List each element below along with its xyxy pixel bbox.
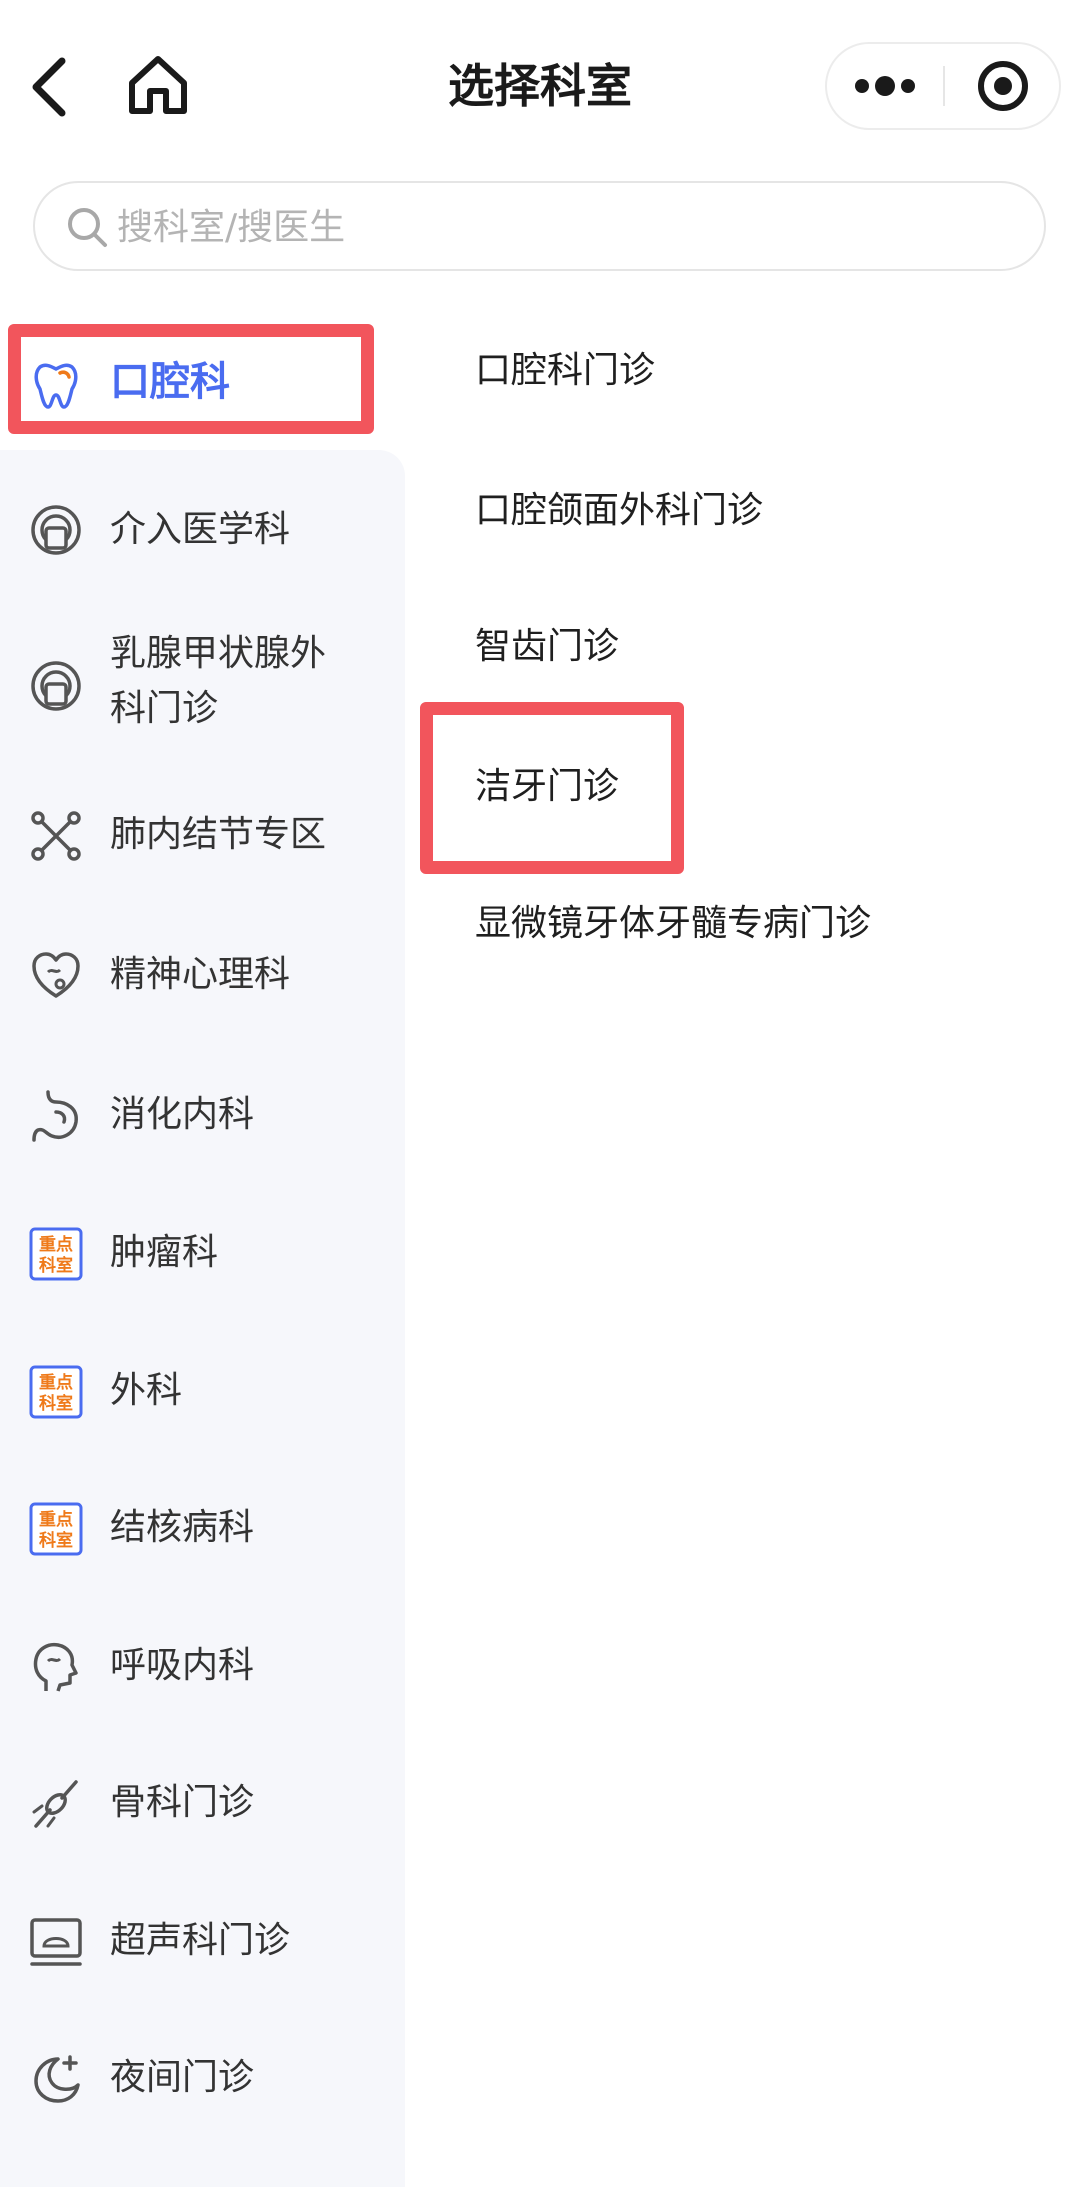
sidebar-item-stomatology[interactable]: 口腔科: [0, 335, 405, 435]
page-title: 选择科室: [448, 59, 632, 113]
home-icon: [129, 56, 187, 114]
sidebar-item-label: 呼吸内科: [110, 1645, 255, 1686]
sidebar-item-lung-nodule[interactable]: 肺内结节专区: [0, 780, 405, 890]
search-bar[interactable]: [33, 181, 1046, 271]
department-item[interactable]: 洁牙门诊: [475, 760, 619, 814]
head-profile-icon: [33, 1642, 78, 1692]
bone-icon: [32, 1780, 78, 1828]
svg-text:科室: 科室: [39, 1393, 73, 1414]
sidebar-item-label: 口腔科: [110, 359, 230, 405]
sidebar-item-label: 夜间门诊: [110, 2057, 255, 2098]
sidebar-item-label: 外科: [110, 1370, 183, 1411]
sidebar-item-night-clinic[interactable]: 夜间门诊: [0, 2023, 405, 2133]
ultrasound-monitor-icon: [30, 1918, 82, 1966]
search-icon: [68, 208, 107, 247]
ct-scanner-icon: [31, 505, 81, 555]
svg-text:重点: 重点: [39, 1509, 73, 1530]
sidebar-item-ultrasound[interactable]: 超声科门诊: [0, 1886, 405, 1996]
sidebar-item-respiratory[interactable]: 呼吸内科: [0, 1611, 405, 1721]
sidebar-item-label: 结核病科: [110, 1507, 255, 1548]
key-department-badge-icon: 重点 科室: [29, 1365, 83, 1419]
sidebar-item-label: 超声科门诊: [110, 1920, 291, 1961]
sidebar-item-label: 精神心理科: [110, 954, 291, 995]
heart-brain-icon: [32, 952, 80, 998]
department-item[interactable]: 显微镜牙体牙髓专病门诊: [475, 897, 871, 951]
sidebar-item-label: 肺内结节专区: [110, 814, 327, 855]
mini-program-capsule: [825, 42, 1061, 130]
sidebar-item-interventional-medicine[interactable]: 介入医学科: [0, 470, 405, 590]
department-category-sidebar: 口腔科 介入医学科 乳腺甲状腺外科门诊 肺内结节专区 精神心理科 消化内科 重点…: [0, 310, 405, 2187]
more-dots-icon: [855, 76, 915, 96]
svg-text:重点: 重点: [39, 1372, 73, 1393]
svg-text:科室: 科室: [39, 1255, 73, 1276]
search-input[interactable]: [115, 197, 999, 257]
sidebar-item-tuberculosis[interactable]: 重点 科室 结核病科: [0, 1473, 405, 1583]
department-item[interactable]: 智齿门诊: [475, 620, 619, 674]
key-department-badge-icon: 重点 科室: [29, 1227, 83, 1281]
sidebar-item-label: 消化内科: [110, 1094, 255, 1135]
ct-scanner-icon: [31, 661, 81, 711]
sidebar-item-label: 乳腺甲状腺外科门诊: [110, 633, 327, 729]
department-item[interactable]: 口腔科门诊: [475, 344, 655, 398]
molecule-icon: [31, 811, 81, 861]
top-nav-bar: 选择科室: [0, 0, 1080, 175]
key-department-badge-icon: 重点 科室: [29, 1502, 83, 1556]
sidebar-item-psychiatry[interactable]: 精神心理科: [0, 920, 405, 1030]
moon-plus-icon: [34, 2055, 80, 2103]
close-mini-program-button[interactable]: [945, 44, 1061, 128]
more-menu-button[interactable]: [827, 44, 943, 128]
sidebar-item-breast-thyroid-surgery[interactable]: 乳腺甲状腺外科门诊: [0, 620, 405, 750]
sidebar-item-label: 骨科门诊: [110, 1782, 255, 1823]
sidebar-item-surgery[interactable]: 重点 科室 外科: [0, 1336, 405, 1446]
home-button[interactable]: [126, 53, 190, 117]
department-item[interactable]: 口腔颌面外科门诊: [475, 484, 763, 538]
target-circle-icon: [978, 61, 1028, 111]
tooth-icon: [34, 363, 78, 409]
stomach-icon: [32, 1090, 78, 1142]
svg-text:科室: 科室: [39, 1530, 73, 1551]
chevron-left-icon: [32, 57, 66, 117]
svg-text:重点: 重点: [39, 1234, 73, 1255]
sidebar-item-label: 介入医学科: [110, 509, 291, 550]
sidebar-item-label: 肿瘤科: [110, 1232, 219, 1273]
back-button[interactable]: [24, 55, 74, 119]
sidebar-item-orthopedics[interactable]: 骨科门诊: [0, 1748, 405, 1858]
sidebar-item-oncology[interactable]: 重点 科室 肿瘤科: [0, 1198, 405, 1308]
sidebar-item-gastroenterology[interactable]: 消化内科: [0, 1060, 405, 1170]
